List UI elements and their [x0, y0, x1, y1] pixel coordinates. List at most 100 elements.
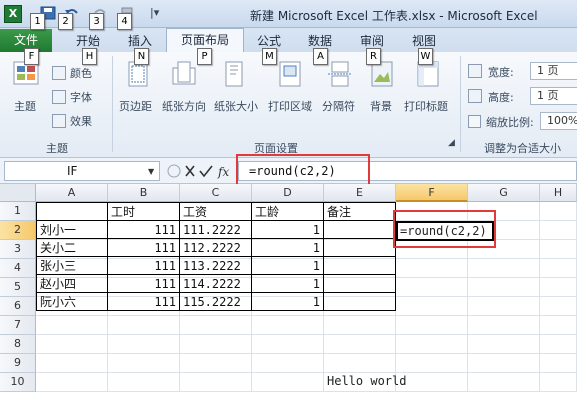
grid-cell[interactable]: [108, 373, 180, 392]
excel-app-icon[interactable]: X: [4, 5, 22, 23]
cell-d3[interactable]: 1: [251, 238, 324, 257]
effects-icon[interactable]: [52, 114, 66, 128]
colors-button[interactable]: 颜色: [70, 65, 92, 81]
cell-c6[interactable]: 115.2222: [179, 292, 252, 311]
cell-b5[interactable]: 111: [107, 274, 180, 293]
row-header-4[interactable]: 4: [0, 259, 36, 278]
grid-cell[interactable]: [540, 335, 577, 354]
cell-c2[interactable]: 111.2222: [179, 220, 252, 239]
cell-a6[interactable]: 阮小六: [36, 292, 108, 311]
grid-cell[interactable]: [540, 354, 577, 373]
grid-cell[interactable]: [540, 278, 577, 297]
column-header-f[interactable]: F: [396, 184, 468, 202]
width-spinner[interactable]: 1 页: [530, 62, 577, 80]
grid-cell[interactable]: [396, 335, 468, 354]
breaks-button[interactable]: 分隔符: [322, 98, 355, 114]
select-all-corner[interactable]: [0, 184, 36, 202]
grid-cell[interactable]: [540, 297, 577, 316]
fonts-button[interactable]: 字体: [70, 89, 92, 105]
grid-cell[interactable]: [540, 202, 577, 221]
row-header-10[interactable]: 10: [0, 373, 36, 392]
name-box[interactable]: IF: [4, 161, 160, 181]
grid-cell[interactable]: [540, 240, 577, 259]
grid-cell[interactable]: [108, 354, 180, 373]
tab-data[interactable]: 数据: [308, 32, 332, 49]
cell-b3[interactable]: 111: [107, 238, 180, 257]
grid-cell[interactable]: [180, 316, 252, 335]
grid-cell[interactable]: [36, 354, 108, 373]
fonts-icon[interactable]: [52, 90, 66, 104]
colors-icon[interactable]: [52, 66, 66, 80]
page-setup-launcher-icon[interactable]: ◢: [448, 138, 455, 148]
cell-a1[interactable]: [36, 202, 108, 221]
row-header-5[interactable]: 5: [0, 278, 36, 297]
tab-home[interactable]: 开始: [76, 32, 100, 49]
orientation-button[interactable]: 纸张方向: [162, 98, 206, 114]
grid-cell[interactable]: [180, 335, 252, 354]
grid-cell[interactable]: [180, 373, 252, 392]
orientation-icon[interactable]: [170, 60, 198, 90]
margins-button[interactable]: 页边距: [119, 98, 152, 114]
cell-e10[interactable]: Hello world: [327, 374, 406, 388]
print-area-button[interactable]: 打印区域: [268, 98, 312, 114]
grid-cell[interactable]: [36, 373, 108, 392]
size-button[interactable]: 纸张大小: [214, 98, 258, 114]
cell-a2[interactable]: 刘小一: [36, 220, 108, 239]
worksheet-grid[interactable]: A B C D E F G H 1 2 3 4 5 6 7 8 9 10 工时 …: [0, 184, 577, 406]
effects-button[interactable]: 效果: [70, 113, 92, 129]
grid-cell[interactable]: [36, 335, 108, 354]
cell-b4[interactable]: 111: [107, 256, 180, 275]
tab-view[interactable]: 视图: [412, 32, 436, 49]
height-spinner[interactable]: 1 页: [530, 87, 577, 105]
size-icon[interactable]: [220, 60, 248, 90]
grid-cell[interactable]: [396, 373, 468, 392]
row-header-3[interactable]: 3: [0, 240, 36, 259]
column-header-c[interactable]: C: [180, 184, 252, 202]
cell-d1[interactable]: 工龄: [251, 202, 324, 221]
cell-e6[interactable]: [323, 292, 396, 311]
grid-cell[interactable]: [324, 316, 396, 335]
tab-insert[interactable]: 插入: [128, 32, 152, 49]
grid-cell[interactable]: [540, 259, 577, 278]
cell-c3[interactable]: 112.2222: [179, 238, 252, 257]
grid-cell[interactable]: [468, 316, 540, 335]
print-titles-button[interactable]: 打印标题: [404, 98, 448, 114]
cell-e5[interactable]: [323, 274, 396, 293]
cell-a3[interactable]: 关小二: [36, 238, 108, 257]
grid-cell[interactable]: [396, 278, 468, 297]
column-header-h[interactable]: H: [540, 184, 577, 202]
cell-a4[interactable]: 张小三: [36, 256, 108, 275]
column-header-d[interactable]: D: [252, 184, 324, 202]
cell-b1[interactable]: 工时: [107, 202, 180, 221]
scale-spinner[interactable]: 100%: [540, 112, 577, 130]
background-button[interactable]: 背景: [370, 98, 392, 114]
grid-cell[interactable]: [396, 297, 468, 316]
grid-cell[interactable]: [468, 259, 540, 278]
scale-checkbox[interactable]: [468, 115, 481, 128]
grid-cell[interactable]: [108, 335, 180, 354]
row-header-8[interactable]: 8: [0, 335, 36, 354]
column-header-a[interactable]: A: [36, 184, 108, 202]
row-header-7[interactable]: 7: [0, 316, 36, 335]
grid-cell[interactable]: [468, 297, 540, 316]
grid-cell[interactable]: [252, 354, 324, 373]
cell-d2[interactable]: 1: [251, 220, 324, 239]
grid-cell[interactable]: [468, 335, 540, 354]
cell-b2[interactable]: 111: [107, 220, 180, 239]
row-header-6[interactable]: 6: [0, 297, 36, 316]
grid-cell[interactable]: [468, 373, 540, 392]
cell-c1[interactable]: 工资: [179, 202, 252, 221]
tab-review[interactable]: 审阅: [360, 32, 384, 49]
cell-c5[interactable]: 114.2222: [179, 274, 252, 293]
row-header-9[interactable]: 9: [0, 354, 36, 373]
grid-cell[interactable]: [468, 278, 540, 297]
cell-c4[interactable]: 113.2222: [179, 256, 252, 275]
column-header-b[interactable]: B: [108, 184, 180, 202]
grid-cell[interactable]: [540, 221, 577, 240]
grid-cell[interactable]: [252, 335, 324, 354]
grid-cell[interactable]: [468, 354, 540, 373]
cell-d5[interactable]: 1: [251, 274, 324, 293]
grid-cell[interactable]: [324, 354, 396, 373]
grid-cell[interactable]: [540, 373, 577, 392]
cell-b6[interactable]: 111: [107, 292, 180, 311]
